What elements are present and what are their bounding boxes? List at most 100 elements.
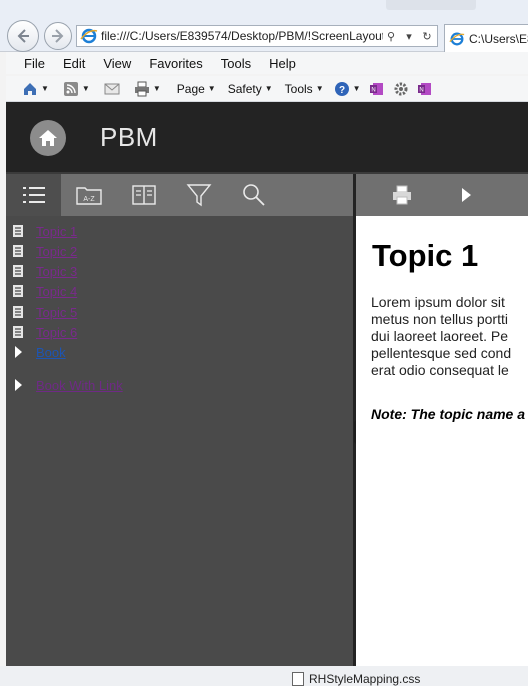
search-icon[interactable]: ⚲ (383, 28, 399, 44)
toc-topic[interactable]: Topic 2 (12, 242, 77, 260)
page-caret-icon: ▼ (207, 84, 216, 93)
topic-toolbar (356, 174, 528, 216)
help-caret-icon[interactable]: ▼ (353, 84, 361, 93)
menu-favorites[interactable]: Favorites (140, 56, 211, 71)
paragraph-line: metus non tellus portti (371, 311, 508, 327)
toc-link[interactable]: Topic 2 (36, 244, 77, 259)
help-icon: ? (334, 81, 349, 96)
toc-topic[interactable]: Topic 4 (12, 282, 77, 300)
menu-edit[interactable]: Edit (54, 56, 94, 71)
menu-view[interactable]: View (94, 56, 140, 71)
home-icon (24, 82, 36, 95)
taskbar-strip (0, 666, 528, 686)
refresh-icon[interactable]: ↻ (419, 28, 435, 44)
help-app: PBM A-Z Topic 1 Topic 2 Topic 3 Topic 4 … (6, 102, 528, 666)
toc-link[interactable]: Topic 5 (36, 305, 77, 320)
home-command[interactable]: ▼ (22, 81, 49, 97)
back-arrow-icon (17, 29, 29, 43)
toc-link[interactable]: Topic 3 (36, 264, 77, 279)
svg-text:A-Z: A-Z (83, 196, 95, 203)
toc-panel: Topic 1 Topic 2 Topic 3 Topic 4 Topic 5 Topic… (6, 216, 353, 666)
filter-icon (186, 184, 211, 207)
svg-text:?: ? (339, 85, 345, 96)
toc-link[interactable]: Book With Link (36, 378, 123, 393)
menu-bar: File Edit View Favorites Tools Help (6, 52, 528, 74)
filter-tab[interactable] (171, 174, 226, 216)
list-icon (22, 187, 45, 203)
next-topic-button[interactable] (434, 174, 498, 216)
tools-caret-icon: ▼ (315, 84, 324, 93)
toc-link[interactable]: Topic 4 (36, 284, 77, 299)
tab-ie-icon (449, 32, 465, 45)
print-command[interactable]: ▼ (134, 81, 161, 97)
paragraph-line: pellentesque sed cond (371, 345, 512, 361)
tab-title: C:\Users\E8 (469, 31, 528, 46)
app-home-icon (39, 130, 57, 146)
index-tab[interactable]: A-Z (61, 174, 116, 216)
topic-page-icon (13, 245, 23, 257)
toc-link[interactable]: Book (36, 345, 66, 360)
onenote-command[interactable]: N (369, 81, 385, 97)
onenote-linked-command[interactable]: N (417, 81, 433, 97)
url-text[interactable]: file:///C:/Users/E839574/Desktop/PBM/!Sc… (101, 29, 383, 43)
onenote-icon: N (369, 82, 383, 95)
page-menu-label: Page (176, 81, 205, 96)
browser-tab[interactable]: C:\Users\E8 (444, 24, 528, 52)
printer-icon (393, 185, 411, 205)
glossary-tab[interactable] (116, 174, 171, 216)
background-tab[interactable] (386, 0, 476, 10)
menu-help[interactable]: Help (260, 56, 305, 71)
taskbar-file-item[interactable]: RHStyleMapping.css (292, 672, 420, 686)
menu-file[interactable]: File (6, 56, 54, 71)
toc-topic[interactable]: Topic 5 (12, 303, 77, 321)
safety-caret-icon: ▼ (264, 84, 273, 93)
toc-book[interactable]: Book (12, 343, 66, 361)
paragraph-line: erat odio consequat le (371, 362, 509, 378)
menu-tools[interactable]: Tools (212, 56, 260, 71)
topic-paragraph: Lorem ipsum dolor sit metus non tellus p… (371, 294, 528, 379)
paragraph-line: dui laoreet laoreet. Pe (371, 328, 508, 344)
help-command[interactable]: ? ▼ (334, 81, 361, 97)
tools-menu-label: Tools (284, 81, 313, 96)
feeds-caret-icon[interactable]: ▼ (82, 84, 90, 93)
page-menu[interactable]: Page ▼ (175, 82, 216, 96)
feeds-command[interactable]: ▼ (63, 81, 90, 97)
forward-button[interactable] (44, 22, 72, 50)
search-tab[interactable] (226, 174, 281, 216)
toc-link[interactable]: Topic 6 (36, 325, 77, 340)
printer-icon (134, 81, 149, 96)
topic-page-icon (13, 326, 23, 338)
toc-tab[interactable] (6, 174, 61, 216)
topic-heading: Topic 1 (372, 238, 479, 273)
back-button[interactable] (7, 20, 39, 52)
onenote-linked-icon: N (417, 82, 431, 95)
expand-arrow-icon (15, 346, 22, 358)
mail-icon (104, 83, 120, 94)
search-icon (242, 184, 265, 206)
topic-page-icon (13, 306, 23, 318)
toc-topic[interactable]: Topic 1 (12, 222, 77, 240)
expand-arrow-icon (15, 379, 22, 391)
nav-toolbar: A-Z (6, 174, 353, 216)
home-caret-icon[interactable]: ▼ (41, 84, 49, 93)
toc-link[interactable]: Topic 1 (36, 224, 77, 239)
command-bar: ▼ ▼ ▼ Page ▼ Safety ▼ Tools ▼ ? ▼ N N (6, 76, 528, 102)
toc-topic[interactable]: Topic 6 (12, 323, 77, 341)
address-bar[interactable]: file:///C:/Users/E839574/Desktop/PBM/!Sc… (76, 25, 438, 47)
browser-chrome: file:///C:/Users/E839574/Desktop/PBM/!Sc… (0, 0, 528, 52)
tools-menu[interactable]: Tools ▼ (283, 82, 324, 96)
index-folder-icon: A-Z (75, 187, 102, 205)
forward-arrow-icon (52, 29, 64, 43)
print-button[interactable] (370, 174, 434, 216)
app-home-button[interactable] (30, 120, 66, 156)
settings-command[interactable] (393, 81, 409, 97)
paragraph-line: Lorem ipsum dolor sit (371, 294, 505, 310)
mail-command[interactable] (104, 81, 120, 97)
svg-text:N: N (371, 87, 375, 93)
toc-book[interactable]: Book With Link (12, 376, 123, 394)
app-header: PBM (6, 102, 528, 172)
toc-topic[interactable]: Topic 3 (12, 262, 77, 280)
safety-menu[interactable]: Safety ▼ (226, 82, 273, 96)
print-caret-icon[interactable]: ▼ (153, 84, 161, 93)
dropdown-icon[interactable]: ▾ (401, 28, 417, 44)
